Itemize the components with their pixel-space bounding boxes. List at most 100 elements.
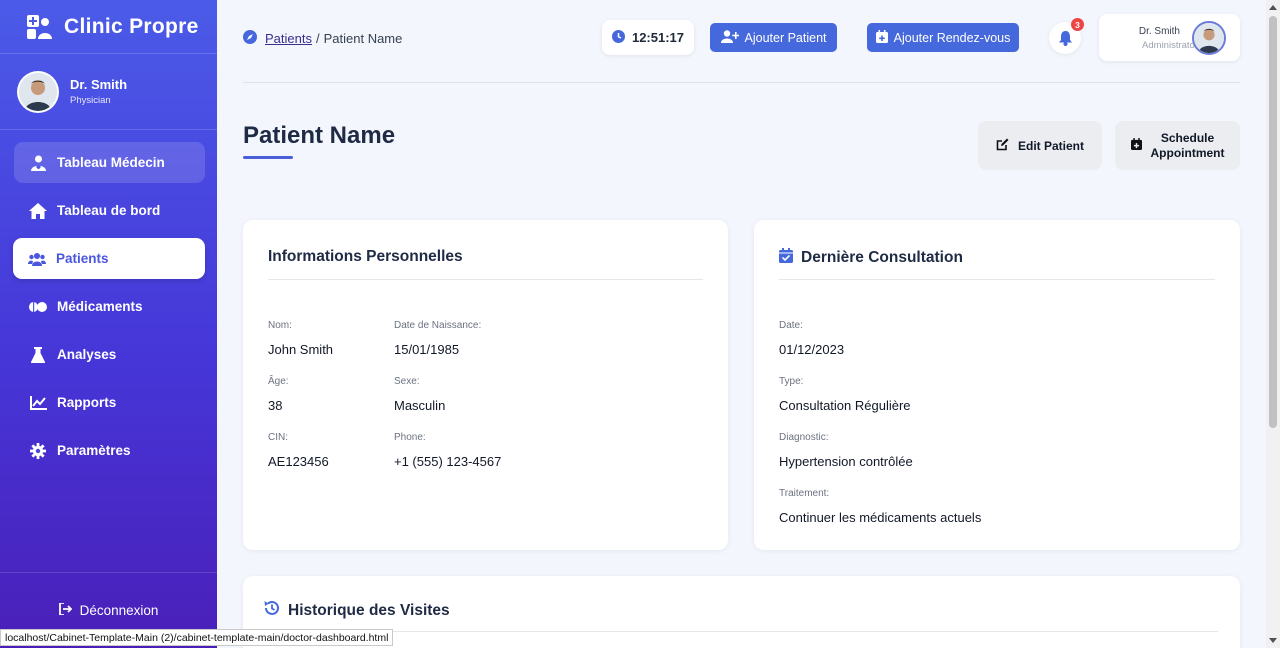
users-icon <box>28 250 46 268</box>
sidebar-item-analyses[interactable]: Analyses <box>14 334 205 375</box>
card-title: Historique des Visites <box>263 600 450 621</box>
card-title: Informations Personnelles <box>268 248 463 265</box>
profile-name: Dr. Smith <box>70 77 128 92</box>
browser-status-url: localhost/Cabinet-Template-Main (2)/cabi… <box>0 629 394 646</box>
field-type: Type: Consultation Régulière <box>779 376 911 413</box>
user-name: Dr. Smith <box>1138 26 1180 37</box>
sidebar-item-label: Analyses <box>57 347 117 362</box>
compass-icon <box>243 30 257 47</box>
sidebar-item-label: Paramètres <box>57 443 131 458</box>
scroll-up-arrow[interactable] <box>1269 5 1277 10</box>
field-value: Hypertension contrôlée <box>779 454 913 469</box>
sidebar: Clinic Propre Dr. Smith Physician Tablea… <box>0 0 217 648</box>
brand-name: Clinic Propre <box>64 14 199 38</box>
sidebar-item-tableau-de-bord[interactable]: Tableau de bord <box>14 190 205 231</box>
field-label: Âge: <box>268 376 289 387</box>
user-role: Administrator <box>1142 40 1198 51</box>
card-divider <box>779 279 1215 280</box>
add-appointment-label: Ajouter Rendez-vous <box>893 30 1011 45</box>
field-diagnostic: Diagnostic: Hypertension contrôlée <box>779 432 913 469</box>
field-value: John Smith <box>268 342 334 357</box>
field-date-naissance: Date de Naissance: 15/01/1985 <box>394 320 481 357</box>
field-label: Diagnostic: <box>779 432 829 443</box>
title-underline <box>243 156 293 159</box>
page-title: Patient Name <box>243 122 396 149</box>
user-doctor-icon <box>29 154 47 172</box>
sign-out-icon <box>58 602 73 618</box>
sidebar-item-label: Tableau Médecin <box>57 155 165 170</box>
field-age: Âge: 38 <box>268 376 289 413</box>
scrollbar[interactable] <box>1266 0 1280 648</box>
sidebar-item-tableau-medecin[interactable]: Tableau Médecin <box>14 142 205 183</box>
sidebar-item-label: Médicaments <box>57 299 143 314</box>
field-value: Continuer les médicaments actuels <box>779 510 982 525</box>
schedule-label-line1: Schedule <box>1160 130 1215 145</box>
user-plus-icon <box>720 29 739 46</box>
sidebar-item-label: Tableau de bord <box>57 203 161 218</box>
field-label: Traitement: <box>779 488 830 499</box>
bell-icon <box>1058 30 1072 46</box>
field-nom: Nom: John Smith <box>268 320 333 357</box>
scroll-down-arrow[interactable] <box>1269 638 1277 643</box>
card-title-text: Historique des Visites <box>288 601 450 619</box>
history-icon <box>263 600 280 621</box>
field-traitement: Traitement: Continuer les médicaments ac… <box>779 488 981 525</box>
card-divider <box>263 631 1218 632</box>
notifications-button[interactable]: 3 <box>1049 18 1084 54</box>
last-consultation-card: Dernière Consultation Date: 01/12/2023 T… <box>754 220 1240 550</box>
field-label: CIN: <box>268 432 288 443</box>
sidebar-item-label: Patients <box>56 251 109 266</box>
sidebar-item-patients[interactable]: Patients <box>13 238 205 279</box>
add-appointment-button[interactable]: Ajouter Rendez-vous <box>867 23 1019 52</box>
field-label: Phone: <box>394 432 426 443</box>
add-patient-button[interactable]: Ajouter Patient <box>710 23 837 52</box>
breadcrumb-link-patients[interactable]: Patients <box>265 31 312 46</box>
field-label: Type: <box>779 376 804 387</box>
calendar-plus-icon <box>875 29 888 46</box>
card-divider <box>268 279 703 280</box>
home-icon <box>29 202 47 220</box>
field-value: AE123456 <box>268 454 329 469</box>
field-cin: CIN: AE123456 <box>268 432 329 469</box>
sidebar-item-label: Rapports <box>57 395 117 410</box>
personal-info-card: Informations Personnelles Nom: John Smit… <box>243 220 728 550</box>
profile-role: Physician <box>70 95 111 106</box>
brand[interactable]: Clinic Propre <box>0 0 217 54</box>
schedule-appointment-button[interactable]: Schedule Appointment <box>1115 121 1240 170</box>
notification-badge: 3 <box>1071 18 1084 31</box>
field-label: Date: <box>779 320 803 331</box>
add-patient-label: Ajouter Patient <box>744 30 827 45</box>
clinic-logo-icon <box>27 14 52 39</box>
clock: 12:51:17 <box>602 20 694 55</box>
gear-icon <box>29 442 47 460</box>
avatar <box>1192 21 1226 55</box>
sidebar-item-medicaments[interactable]: Médicaments <box>14 286 205 327</box>
edit-patient-label: Edit Patient <box>1017 138 1084 153</box>
field-phone: Phone: +1 (555) 123-4567 <box>394 432 501 469</box>
field-date: Date: 01/12/2023 <box>779 320 844 357</box>
pills-icon <box>29 298 47 316</box>
field-sexe: Sexe: Masculin <box>394 376 445 413</box>
clock-time: 12:51:17 <box>631 30 685 45</box>
sidebar-nav: Tableau Médecin Tableau de bord Patients… <box>0 130 217 471</box>
sidebar-item-parametres[interactable]: Paramètres <box>14 430 205 471</box>
chart-line-icon <box>29 394 47 412</box>
field-value: 15/01/1985 <box>394 342 460 357</box>
field-value: 38 <box>268 398 283 413</box>
sidebar-item-rapports[interactable]: Rapports <box>14 382 205 423</box>
field-label: Date de Naissance: <box>394 320 482 331</box>
avatar <box>17 70 59 113</box>
scroll-thumb[interactable] <box>1269 16 1277 428</box>
schedule-label-line2: Appointment <box>1150 145 1225 160</box>
card-title: Dernière Consultation <box>779 248 963 268</box>
field-value: Masculin <box>394 398 446 413</box>
card-title-text: Dernière Consultation <box>801 249 963 266</box>
user-menu[interactable]: Dr. Smith Administrator <box>1099 14 1240 61</box>
edit-patient-button[interactable]: Edit Patient <box>978 121 1102 170</box>
clock-icon <box>611 29 625 46</box>
header-divider <box>243 82 1240 83</box>
field-value: Consultation Régulière <box>779 398 911 413</box>
topbar: Patients / Patient Name 12:51:17 Ajouter… <box>243 14 1240 62</box>
flask-icon <box>29 346 47 364</box>
sidebar-profile: Dr. Smith Physician <box>0 54 217 130</box>
